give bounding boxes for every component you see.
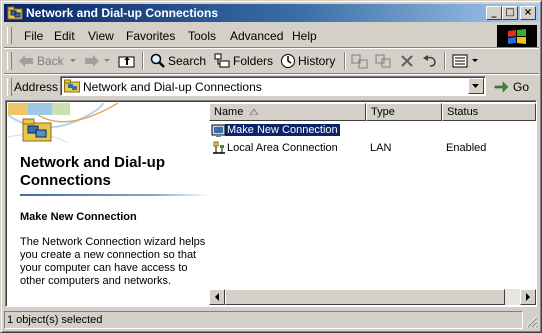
list-item[interactable]: Make New Connection <box>209 123 536 139</box>
item-type: LAN <box>370 142 392 154</box>
menu-edit[interactable]: Edit <box>54 29 75 43</box>
item-name: Local Area Connection <box>227 142 338 154</box>
resize-grip-icon[interactable] <box>526 316 538 328</box>
toolbar-separator <box>444 52 446 70</box>
chevron-down-icon <box>469 84 483 96</box>
move-to-icon <box>351 53 369 69</box>
folders-label: Folders <box>233 54 274 68</box>
column-name-label: Name <box>214 106 244 118</box>
menu-help[interactable]: Help <box>292 29 317 43</box>
window-title: Network and Dial-up Connections <box>26 6 219 20</box>
web-view-panel: Network and Dial-up Connections Make New… <box>8 103 208 306</box>
toolbar-separator <box>344 52 346 70</box>
arrow-left-icon <box>210 293 224 306</box>
scroll-thumb[interactable] <box>225 289 505 305</box>
network-folder-icon <box>7 5 23 21</box>
go-arrow-icon <box>494 79 510 96</box>
column-header-type[interactable]: Type <box>366 103 442 121</box>
status-bar: 1 object(s) selected <box>4 311 539 329</box>
network-folder-icon <box>64 79 80 96</box>
standard-toolbar: Back Search Folders History <box>4 49 539 73</box>
menu-advanced[interactable]: Advanced <box>230 29 283 43</box>
views-button[interactable] <box>452 51 478 71</box>
back-button[interactable]: Back <box>18 51 76 71</box>
horizontal-scrollbar[interactable] <box>209 289 536 305</box>
history-icon <box>280 53 296 69</box>
toolbar-grip[interactable] <box>7 52 12 70</box>
undo-icon <box>422 54 438 68</box>
windows-logo-icon <box>497 25 537 49</box>
search-icon <box>150 53 166 69</box>
up-folder-button[interactable] <box>118 51 136 71</box>
views-icon <box>452 54 468 68</box>
address-dropdown-button[interactable] <box>468 78 484 94</box>
search-button[interactable]: Search <box>150 51 206 71</box>
copy-to-button[interactable] <box>375 51 393 71</box>
history-label: History <box>298 54 336 68</box>
delete-button[interactable] <box>400 51 414 71</box>
list-item[interactable]: Local Area Connection LAN Enabled <box>209 140 536 156</box>
maximize-button[interactable]: □ <box>502 6 518 20</box>
back-dropdown-icon <box>69 59 76 63</box>
close-button[interactable]: × <box>520 6 536 20</box>
toolbar-separator <box>142 52 144 70</box>
panel-description: The Network Connection wizard helps you … <box>20 236 206 287</box>
address-value: Network and Dial-up Connections <box>83 80 262 94</box>
up-folder-icon <box>118 53 136 69</box>
status-text: 1 object(s) selected <box>4 311 523 329</box>
minimize-button[interactable]: _ <box>486 6 502 20</box>
sort-ascending-icon <box>249 106 260 118</box>
connections-list: Name Type Status Make New Connection Loc… <box>209 103 536 306</box>
address-field[interactable]: Network and Dial-up Connections <box>60 76 486 96</box>
views-dropdown-icon <box>472 59 478 63</box>
address-grip[interactable] <box>7 78 12 96</box>
menu-tools[interactable]: Tools <box>188 29 216 43</box>
back-arrow-icon <box>18 54 34 68</box>
panel-selected-item: Make New Connection <box>20 211 137 223</box>
menu-bar: File Edit View Favorites Tools Advanced … <box>4 25 494 47</box>
menu-favorites[interactable]: Favorites <box>126 29 175 43</box>
address-label: Address <box>14 80 59 94</box>
back-label: Back <box>37 54 64 68</box>
menu-file[interactable]: File <box>24 29 43 43</box>
panel-title: Network and Dial-up Connections <box>20 154 166 189</box>
arrow-right-icon <box>521 293 535 306</box>
lan-connection-icon <box>211 140 227 159</box>
forward-button[interactable] <box>84 51 110 71</box>
network-connections-large-icon <box>22 117 52 146</box>
undo-button[interactable] <box>422 51 438 71</box>
delete-icon <box>400 54 414 68</box>
forward-arrow-icon <box>84 54 100 68</box>
item-name: Make New Connection <box>225 124 340 136</box>
copy-to-icon <box>375 53 393 69</box>
column-header-name[interactable]: Name <box>209 103 366 121</box>
forward-dropdown-icon <box>104 59 110 63</box>
column-header-status[interactable]: Status <box>442 103 536 121</box>
search-label: Search <box>168 54 207 68</box>
move-to-button[interactable] <box>351 51 369 71</box>
item-status: Enabled <box>446 142 487 154</box>
content-area: Network and Dial-up Connections Make New… <box>5 100 537 307</box>
folders-button[interactable]: Folders <box>214 51 273 71</box>
menu-grip[interactable] <box>7 27 12 44</box>
panel-divider <box>20 194 208 196</box>
history-button[interactable]: History <box>280 51 335 71</box>
address-bar: Address Network and Dial-up Connections <box>4 75 539 99</box>
title-bar[interactable]: Network and Dial-up Connections _ □ × <box>4 4 539 22</box>
explorer-window: Network and Dial-up Connections _ □ × Fi… <box>0 0 542 333</box>
folders-icon <box>214 53 230 69</box>
scroll-right-button[interactable] <box>520 289 536 305</box>
go-label: Go <box>513 80 530 94</box>
scroll-left-button[interactable] <box>209 289 225 305</box>
go-button[interactable]: Go <box>494 77 529 97</box>
menu-view[interactable]: View <box>88 29 114 43</box>
